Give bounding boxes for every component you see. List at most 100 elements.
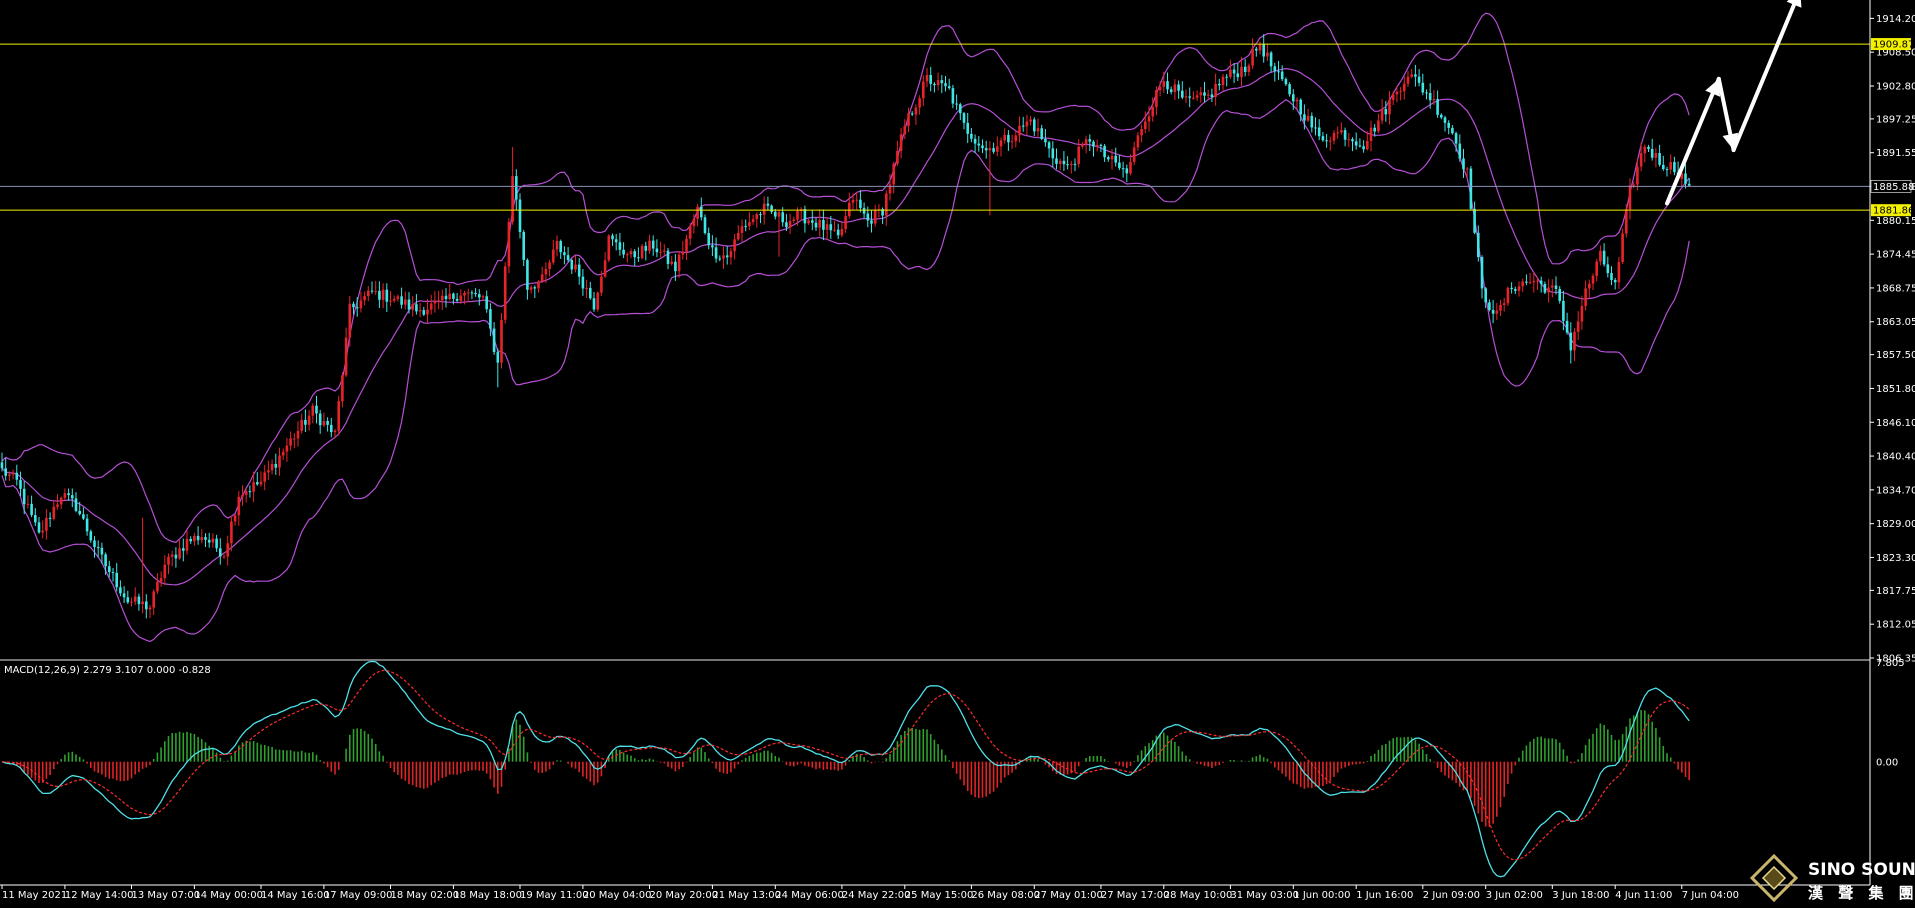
candle-body [248, 491, 252, 493]
candle-body [1203, 92, 1206, 96]
candle-body [415, 304, 418, 312]
candle-body [459, 295, 463, 301]
candle-body [492, 328, 496, 353]
candle-body [1018, 125, 1021, 136]
candle-body [1403, 83, 1406, 92]
candle-body [1036, 128, 1040, 132]
candle-body [304, 419, 307, 425]
candle-body [355, 307, 359, 309]
candle-body [237, 496, 241, 516]
candle-body [1240, 66, 1243, 78]
candle-body [1628, 185, 1632, 210]
candle-body [267, 470, 270, 473]
price-tick-label: 1823.30 [1876, 553, 1915, 564]
time-tick-label: 14 May 00:00 [194, 890, 263, 901]
candle-body [1417, 76, 1421, 83]
candle-body [407, 299, 411, 310]
time-tick-label: 12 May 14:00 [65, 890, 134, 901]
candle-body [762, 203, 766, 215]
candle-body [82, 514, 85, 519]
candle-body [511, 176, 514, 222]
candle-body [1206, 94, 1210, 96]
candle-body [1432, 99, 1436, 101]
candle-body [1351, 139, 1354, 142]
candle-body [126, 597, 130, 603]
candle [1469, 165, 1473, 211]
candle-body [19, 479, 22, 489]
candle-body [666, 250, 670, 264]
candle-body [207, 539, 211, 543]
candle-body [1380, 109, 1384, 121]
candle-body [1654, 153, 1658, 158]
candle-body [1181, 90, 1184, 98]
candle-body [785, 222, 788, 228]
candle-body [1081, 144, 1084, 147]
candle-body [1373, 127, 1376, 132]
candle-body [844, 216, 847, 230]
candle-body [1218, 83, 1221, 86]
candle-body [1613, 279, 1617, 283]
candle-body [563, 252, 566, 256]
candle-body [781, 212, 784, 223]
candle-body [318, 413, 322, 426]
candle-body [1421, 82, 1425, 93]
trading-chart[interactable]: MACD(12,26,9) 2.279 3.107 0.000 -0.828 1… [0, 0, 1915, 908]
candle-body [1625, 209, 1628, 234]
candle-body [1340, 130, 1343, 133]
candle-body [729, 251, 733, 258]
candle-body [973, 138, 977, 144]
candle-body [1221, 76, 1225, 86]
price-tick-label: 1868.75 [1876, 283, 1915, 294]
candle-body [748, 222, 751, 227]
candle-body [148, 607, 152, 610]
time-tick-label: 2 Jun 09:00 [1423, 890, 1480, 901]
candle-body [840, 229, 844, 236]
candle-body [677, 254, 681, 272]
candle-body [230, 521, 233, 544]
candle-body [1088, 139, 1092, 142]
candle-body [326, 421, 329, 425]
candle-body [59, 497, 63, 505]
candle-body [1391, 94, 1395, 100]
candle-body [670, 261, 673, 264]
candle-body [796, 211, 799, 220]
candle-body [1428, 92, 1432, 101]
candle-body [1277, 71, 1280, 73]
candle-body [1136, 135, 1140, 148]
candle-body [337, 401, 340, 431]
candle-body [1266, 52, 1269, 57]
candle-body [418, 310, 422, 312]
candle-body [1029, 119, 1032, 122]
candle-body [999, 140, 1003, 147]
candle-body [803, 209, 807, 224]
candle-body [1588, 283, 1591, 289]
candle-body [651, 240, 655, 249]
candle-body [740, 226, 744, 233]
candle-body [933, 83, 936, 86]
candle-body [711, 245, 714, 248]
candle-body [244, 491, 248, 495]
candle-body [1184, 96, 1188, 98]
time-tick-label: 19 May 11:00 [520, 890, 589, 901]
candle-body [100, 547, 104, 555]
candle-body [1010, 141, 1014, 143]
candle-body [274, 463, 278, 468]
candle-body [1647, 146, 1650, 149]
candle-body [1440, 114, 1443, 118]
candle-body [984, 148, 988, 151]
candle-body [692, 218, 696, 227]
candle-body [1595, 261, 1598, 276]
candle-body [688, 226, 692, 239]
candle-body [96, 547, 100, 549]
candle-body [485, 296, 488, 310]
candle-body [1188, 96, 1191, 98]
candle-body [296, 430, 300, 439]
candle-body [1543, 284, 1547, 293]
candle-body [1425, 92, 1428, 94]
candle-body [348, 303, 352, 338]
candle-body [429, 303, 433, 310]
candle-body [581, 276, 585, 289]
candle-body [970, 133, 973, 139]
candle-body [1280, 71, 1284, 80]
candle-body [1369, 127, 1373, 142]
